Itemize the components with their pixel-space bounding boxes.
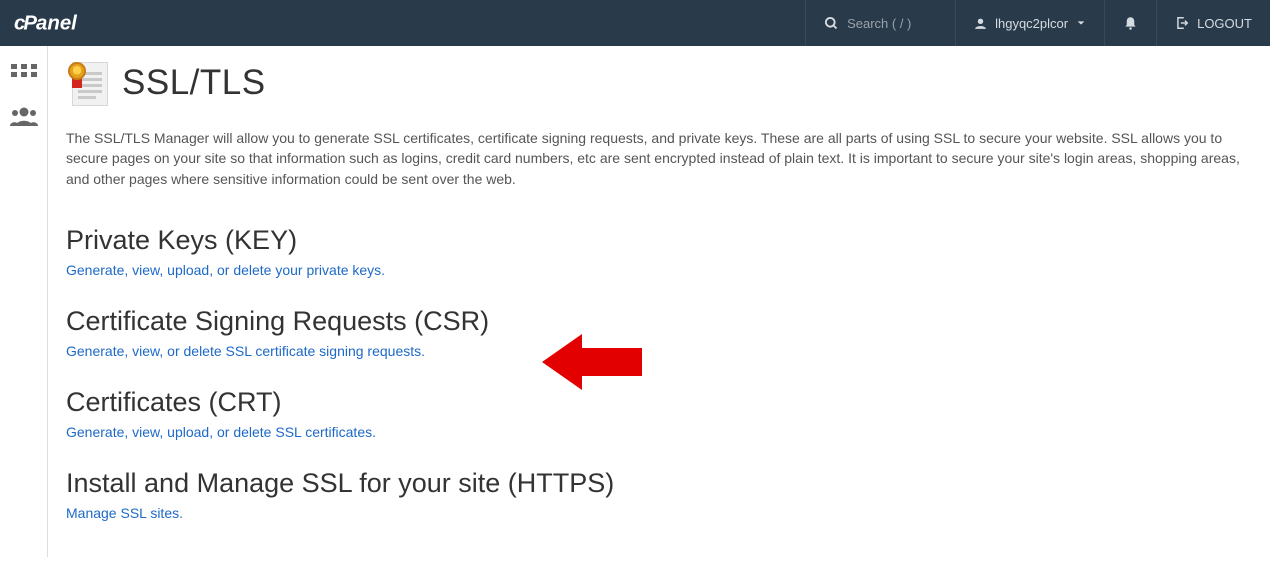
search-cell[interactable]: [805, 0, 955, 46]
search-input[interactable]: [847, 16, 937, 31]
left-sidebar: [0, 46, 48, 557]
search-icon: [824, 16, 839, 31]
cpanel-logo[interactable]: c P anel: [14, 10, 124, 36]
link-csr[interactable]: Generate, view, or delete SSL certificat…: [66, 343, 425, 359]
link-crt[interactable]: Generate, view, upload, or delete SSL ce…: [66, 424, 376, 440]
notifications-button[interactable]: [1104, 0, 1156, 46]
users-button[interactable]: [8, 104, 40, 128]
user-icon: [974, 17, 987, 30]
section-title-install: Install and Manage SSL for your site (HT…: [66, 468, 1250, 499]
logout-label: LOGOUT: [1197, 16, 1252, 31]
section-title-private-keys: Private Keys (KEY): [66, 225, 1250, 256]
grid-icon: [11, 64, 37, 84]
logout-button[interactable]: LOGOUT: [1156, 0, 1270, 46]
section-title-crt: Certificates (CRT): [66, 387, 1250, 418]
apps-grid-button[interactable]: [8, 62, 40, 86]
section-title-csr: Certificate Signing Requests (CSR): [66, 306, 1250, 337]
logout-icon: [1175, 16, 1189, 30]
svg-text:anel: anel: [36, 12, 78, 34]
intro-text: The SSL/TLS Manager will allow you to ge…: [66, 128, 1250, 189]
username-label: lhgyqc2plcor: [995, 16, 1068, 31]
link-manage-ssl[interactable]: Manage SSL sites.: [66, 505, 183, 521]
user-menu[interactable]: lhgyqc2plcor: [955, 0, 1104, 46]
page-title: SSL/TLS: [122, 63, 266, 103]
main-content: SSL/TLS The SSL/TLS Manager will allow y…: [48, 46, 1270, 569]
link-private-keys[interactable]: Generate, view, upload, or delete your p…: [66, 262, 385, 278]
chevron-down-icon: [1076, 18, 1086, 28]
bell-icon: [1123, 16, 1138, 31]
ssl-certificate-icon: [66, 60, 108, 106]
users-icon: [10, 106, 38, 126]
annotation-arrow-icon: [542, 330, 642, 394]
top-header: c P anel lhgyqc2plcor LOGOUT: [0, 0, 1270, 46]
